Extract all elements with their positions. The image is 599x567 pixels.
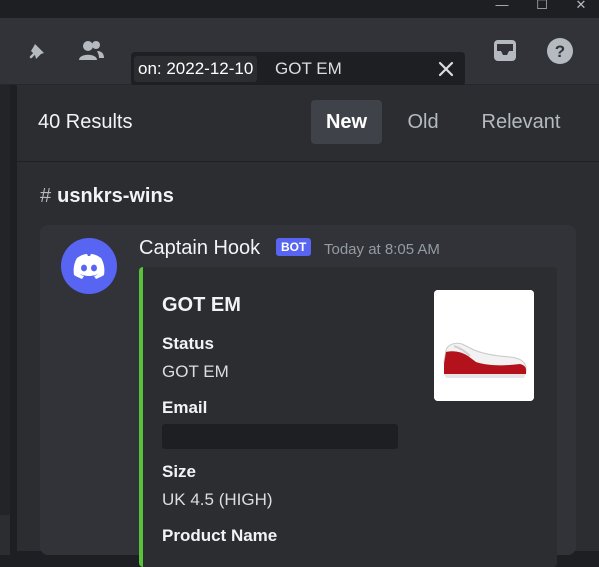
inbox-icon[interactable]	[490, 36, 520, 66]
search-filter-chip[interactable]: on: 2022-12-10	[134, 56, 258, 82]
avatar[interactable]	[61, 238, 117, 294]
field-name-status: Status	[162, 334, 214, 353]
maximize-button[interactable]: ☐	[529, 0, 555, 14]
left-edge	[0, 85, 17, 555]
product-thumbnail[interactable]	[434, 290, 534, 401]
embed-title: GOT EM	[162, 294, 241, 316]
redacted-email-spoiler[interactable]	[162, 424, 398, 449]
sneaker-image	[434, 290, 534, 401]
results-count: 40 Results	[38, 111, 133, 133]
message-timestamp: Today at 8:05 AM	[324, 241, 440, 258]
field-value-size: UK 4.5 (HIGH)	[162, 490, 273, 509]
results-header: 40 Results New Old Relevant	[17, 85, 599, 162]
members-icon[interactable]	[76, 36, 106, 66]
message-author[interactable]: Captain Hook	[139, 237, 260, 260]
left-scroll-thumb[interactable]	[0, 515, 10, 555]
channel-label: usnkrs-wins	[57, 185, 174, 207]
tab-old[interactable]: Old	[393, 100, 453, 144]
field-name-product: Product Name	[162, 526, 278, 545]
field-value-status: GOT EM	[162, 362, 229, 381]
field-name-email: Email	[162, 398, 208, 417]
field-name-size: Size	[162, 462, 197, 481]
tab-new[interactable]: New	[311, 100, 382, 144]
search-input[interactable]: on: 2022-12-10 GOT EM	[131, 52, 465, 86]
channel-name[interactable]: # usnkrs-wins	[40, 185, 174, 208]
search-results-panel: 40 Results New Old Relevant # usnkrs-wins…	[17, 85, 599, 567]
channel-toolbar: on: 2022-12-10 GOT EM ?	[0, 18, 599, 86]
help-icon[interactable]: ?	[545, 36, 575, 66]
close-window-button[interactable]: ✕	[568, 0, 594, 14]
left-scroll-track	[0, 85, 10, 551]
search-result-message[interactable]: Captain Hook BOT Today at 8:05 AM GOT EM…	[40, 225, 576, 567]
clear-search-icon[interactable]	[435, 58, 457, 80]
svg-text:?: ?	[555, 42, 565, 61]
minimize-button[interactable]: —	[489, 0, 515, 14]
channel-hash-icon: #	[40, 185, 52, 207]
tab-relevant[interactable]: Relevant	[469, 100, 573, 144]
window-titlebar: — ☐ ✕	[0, 0, 599, 18]
bot-badge: BOT	[276, 238, 312, 256]
message-embed: GOT EM Status GOT EM Email Size UK 4.5 (…	[139, 267, 557, 567]
pin-icon[interactable]	[22, 36, 52, 66]
search-query[interactable]: GOT EM	[275, 52, 342, 86]
discord-logo-icon	[73, 254, 105, 279]
